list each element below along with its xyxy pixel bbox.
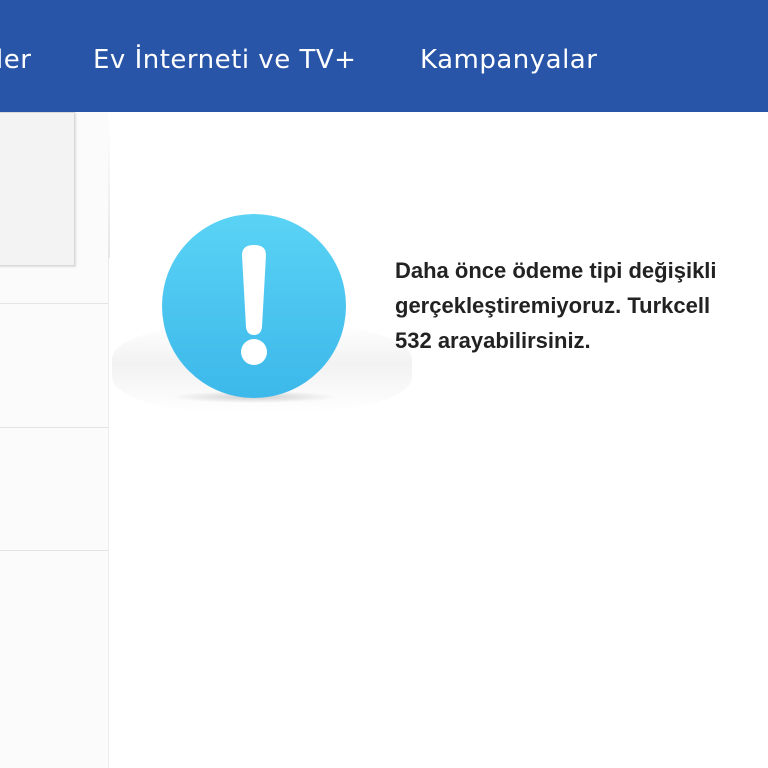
nav-item-partial[interactable]: ler — [0, 40, 31, 80]
exclamation-circle-icon — [162, 214, 346, 403]
sidebar-shadow — [108, 112, 110, 258]
alert-message-line: Daha önce ödeme tipi değişikli — [395, 258, 717, 283]
top-navigation-bar: ler Ev İnterneti ve TV+ Kampanyalar — [0, 0, 768, 112]
sidebar-divider — [0, 303, 108, 304]
sidebar-divider — [0, 550, 108, 551]
alert-message-line: 532 arayabilirsiniz. — [395, 328, 591, 353]
alert-message: Daha önce ödeme tipi değişikli gerçekleş… — [395, 253, 768, 358]
nav-item-home-internet-tv[interactable]: Ev İnterneti ve TV+ — [93, 40, 356, 80]
nav-item-campaigns[interactable]: Kampanyalar — [420, 40, 597, 80]
sidebar-card[interactable] — [0, 112, 75, 266]
sidebar-divider — [0, 427, 108, 428]
alert-message-line: gerçekleştiremiyoruz. Turkcell — [395, 293, 711, 318]
